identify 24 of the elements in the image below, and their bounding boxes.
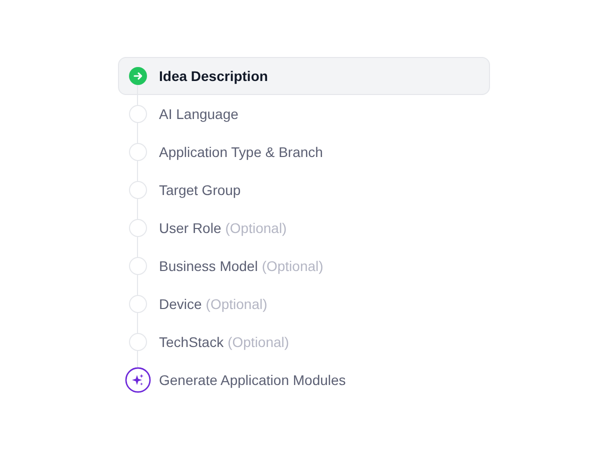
step-label: TechStack [159,334,224,350]
step-label: Application Type & Branch [159,144,323,160]
step-item[interactable]: Device (Optional) [118,285,490,323]
step-label: Device [159,296,202,312]
step-label: Business Model [159,258,258,274]
optional-note: (Optional) [206,296,268,312]
step-label: Target Group [159,182,241,198]
step-item[interactable]: Application Type & Branch [118,133,490,171]
step-item[interactable]: User Role (Optional) [118,209,490,247]
step-item[interactable]: TechStack (Optional) [118,323,490,361]
step-label: Idea Description [159,68,268,84]
arrow-right-icon [128,67,146,85]
step-item[interactable]: Idea Description [118,57,490,95]
optional-note: (Optional) [228,334,290,350]
step-label: AI Language [159,106,238,122]
step-label: Generate Application Modules [159,372,346,388]
optional-note: (Optional) [225,220,287,236]
step-item[interactable]: AI Language [118,95,490,133]
optional-note: (Optional) [262,258,324,274]
step-label: User Role [159,220,222,236]
sparkles-icon [124,367,150,393]
step-item[interactable]: Target Group [118,171,490,209]
step-item[interactable]: Business Model (Optional) [118,247,490,285]
step-item[interactable]: Generate Application Modules [118,361,490,399]
